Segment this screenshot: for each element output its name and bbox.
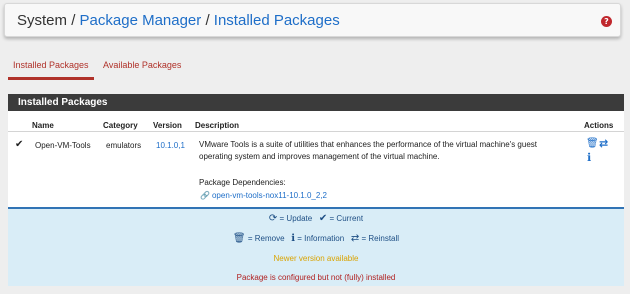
legend-newer-version: Newer version available <box>273 254 359 263</box>
column-header-name: Name <box>32 121 54 130</box>
info-icon[interactable]: ℹ <box>587 151 591 164</box>
package-version-link[interactable]: 10.1.0,1 <box>156 141 185 150</box>
page-header: System / Package Manager / Installed Pac… <box>4 3 621 37</box>
legend-current: = Current <box>329 214 364 223</box>
legend: ⟳ = Update ✔ = Current 🗑 = Remove ℹ = In… <box>8 207 624 286</box>
retweet-icon[interactable]: ⇄ <box>599 137 608 150</box>
column-header-version: Version <box>153 121 182 130</box>
package-name: Open-VM-Tools <box>35 141 91 150</box>
breadcrumb-system: System <box>17 12 68 29</box>
legend-information: = Information <box>297 234 345 243</box>
breadcrumb: System / Package Manager / Installed Pac… <box>17 12 340 29</box>
tab-available-packages[interactable]: Available Packages <box>103 60 181 70</box>
legend-reinstall: = Reinstall <box>361 234 400 243</box>
check-icon: ✔ <box>15 139 24 150</box>
info-icon: ℹ <box>291 233 296 244</box>
package-description: VMware Tools is a suite of utilities tha… <box>199 140 537 161</box>
legend-update: = Update <box>279 214 313 223</box>
breadcrumb-installed-packages[interactable]: Installed Packages <box>214 12 340 29</box>
package-category: emulators <box>106 141 142 150</box>
retweet-icon: ⇄ <box>350 233 360 244</box>
legend-row-1: ⟳ = Update ✔ = Current <box>8 213 624 224</box>
column-header-description: Description <box>195 121 240 130</box>
dependency-link[interactable]: 🔗 open-vm-tools-nox11-10.1.0_2,2 <box>200 191 327 200</box>
installed-packages-panel: Installed Packages Name Category Version… <box>8 94 624 286</box>
check-icon: ✔ <box>318 213 328 224</box>
breadcrumb-separator: / <box>205 12 210 29</box>
dependency-name: open-vm-tools-nox11-10.1.0_2,2 <box>211 191 327 200</box>
column-header-actions: Actions <box>584 121 614 130</box>
legend-remove: = Remove <box>247 234 285 243</box>
breadcrumb-package-manager[interactable]: Package Manager <box>80 12 202 29</box>
column-header-category: Category <box>103 121 138 130</box>
paperclip-icon: 🔗 <box>200 191 210 200</box>
legend-not-installed: Package is configured but not (fully) in… <box>236 273 396 282</box>
help-icon[interactable]: ? <box>601 16 612 27</box>
trash-icon[interactable]: 🗑 <box>586 138 599 149</box>
panel-title: Installed Packages <box>8 94 624 111</box>
legend-row-2: 🗑 = Remove ℹ = Information ⇄ = Reinstall <box>8 233 624 244</box>
breadcrumb-separator: / <box>71 12 76 29</box>
tab-installed-packages[interactable]: Installed Packages <box>8 60 94 80</box>
header-divider <box>8 131 624 132</box>
package-dependencies-label: Package Dependencies: <box>199 178 286 187</box>
refresh-icon: ⟳ <box>268 213 278 224</box>
trash-icon: 🗑 <box>232 233 246 244</box>
